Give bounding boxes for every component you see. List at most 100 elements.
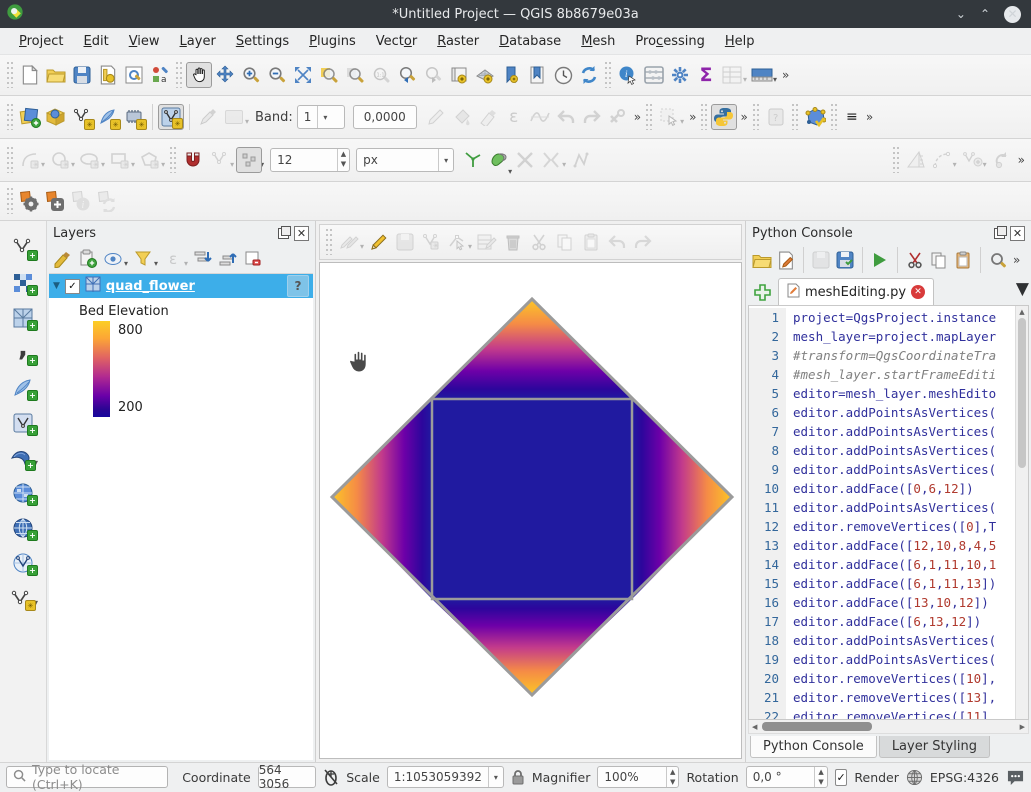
menu-view[interactable]: View bbox=[120, 32, 169, 51]
new-mesh-layer-button[interactable]: ✳ bbox=[158, 104, 184, 130]
add-raster-layer-button[interactable]: + bbox=[8, 270, 38, 296]
new-map-view-button[interactable] bbox=[446, 62, 472, 88]
messages-icon[interactable] bbox=[1006, 769, 1025, 786]
add-wms-layer-button[interactable]: + bbox=[6, 445, 36, 471]
lock-scale-icon[interactable] bbox=[511, 769, 525, 785]
add-spatialite-layer-button[interactable]: + bbox=[8, 375, 38, 401]
new-project-button[interactable] bbox=[17, 62, 43, 88]
run-script-button[interactable] bbox=[868, 248, 892, 272]
style-manager-button[interactable]: a bbox=[147, 62, 173, 88]
toolbar-overflow-icon[interactable]: » bbox=[863, 110, 875, 124]
show-spatial-bookmarks-button[interactable] bbox=[524, 62, 550, 88]
mesh-add-button[interactable] bbox=[43, 188, 69, 214]
show-statistics-button[interactable]: Σ bbox=[693, 62, 719, 88]
toolbar-grip[interactable] bbox=[831, 104, 838, 130]
layer-expand-icon[interactable]: ▼ bbox=[53, 281, 60, 291]
toolbar-grip[interactable] bbox=[7, 104, 14, 130]
new-3d-map-view-button[interactable] bbox=[472, 62, 498, 88]
measure-button[interactable] bbox=[749, 62, 775, 88]
toolbar-grip[interactable] bbox=[326, 229, 333, 255]
toolbar-grip[interactable] bbox=[646, 104, 653, 130]
layer-visibility-checkbox[interactable]: ✓ bbox=[65, 279, 80, 294]
tab-close-icon[interactable]: ✕ bbox=[911, 285, 925, 299]
new-tab-button[interactable] bbox=[750, 281, 774, 303]
refresh-button[interactable] bbox=[576, 62, 602, 88]
menu-processing[interactable]: Processing bbox=[626, 32, 713, 51]
scroll-up-icon[interactable]: ▲ bbox=[1019, 306, 1024, 318]
new-spatialite-layer-button[interactable]: ✳ bbox=[95, 104, 121, 130]
menu-raster[interactable]: Raster bbox=[428, 32, 488, 51]
pan-to-selection-button[interactable] bbox=[212, 62, 238, 88]
zoom-to-layer-button[interactable] bbox=[342, 62, 368, 88]
toolbar-overflow-icon[interactable]: » bbox=[737, 110, 749, 124]
menu-database[interactable]: Database bbox=[490, 32, 570, 51]
new-spatial-bookmark-button[interactable] bbox=[498, 62, 524, 88]
tab-list-dropdown-icon[interactable]: ▼ bbox=[1016, 279, 1029, 299]
toolbar-overflow-icon[interactable]: » bbox=[631, 110, 643, 124]
enable-snapping-button[interactable] bbox=[180, 147, 206, 173]
scroll-right-icon[interactable]: ▶ bbox=[1017, 723, 1028, 731]
open-project-button[interactable] bbox=[43, 62, 69, 88]
snap-unit-combo[interactable]: px▾ bbox=[356, 148, 454, 172]
toolbar-overflow-icon[interactable]: » bbox=[1010, 253, 1022, 267]
toolbar-options-button[interactable]: ≡ bbox=[841, 104, 863, 130]
statistical-summary-button[interactable] bbox=[641, 62, 667, 88]
menu-mesh[interactable]: Mesh bbox=[572, 32, 624, 51]
editor-horizontal-scrollbar[interactable]: ◀ ▶ bbox=[748, 720, 1029, 734]
topological-editing-button[interactable] bbox=[460, 147, 486, 173]
menu-help[interactable]: Help bbox=[716, 32, 764, 51]
menu-plugins[interactable]: Plugins bbox=[300, 32, 365, 51]
processing-toolbox-button[interactable] bbox=[667, 62, 693, 88]
zoom-out-button[interactable] bbox=[264, 62, 290, 88]
menu-layer[interactable]: Layer bbox=[171, 32, 225, 51]
toolbar-grip[interactable] bbox=[605, 62, 612, 88]
snap-tolerance-spinbox[interactable]: 12▲▼ bbox=[270, 148, 350, 172]
toolbar-grip[interactable] bbox=[7, 188, 14, 214]
editor-tab-mesh-editing[interactable]: meshEditing.py ✕ bbox=[778, 278, 934, 305]
toolbar-grip[interactable] bbox=[792, 104, 799, 130]
snapping-visual-edit-button[interactable] bbox=[236, 147, 262, 173]
map-canvas[interactable] bbox=[319, 262, 742, 759]
copy-button[interactable] bbox=[927, 248, 951, 272]
search-button[interactable] bbox=[986, 248, 1010, 272]
menu-edit[interactable]: Edit bbox=[75, 32, 118, 51]
zoom-in-button[interactable] bbox=[238, 62, 264, 88]
panel-float-icon[interactable] bbox=[278, 228, 289, 239]
python-console-button[interactable] bbox=[711, 104, 737, 130]
mouse-position-toggle-icon[interactable] bbox=[323, 768, 339, 786]
layer-tree[interactable]: ▼ ✓ quad_flower ? Bed Elevation 800 200 bbox=[49, 273, 313, 760]
open-script-button[interactable] bbox=[750, 248, 774, 272]
collapse-all-button[interactable] bbox=[216, 247, 240, 271]
scrollbar-thumb[interactable] bbox=[762, 722, 872, 731]
layer-indicator-icon[interactable]: ? bbox=[287, 275, 309, 297]
avoid-overlap-button[interactable]: ▾ bbox=[486, 147, 512, 173]
panel-close-icon[interactable]: ✕ bbox=[294, 226, 309, 241]
toolbar-grip[interactable] bbox=[701, 104, 708, 130]
toolbar-grip[interactable] bbox=[170, 147, 177, 173]
filter-legend-button[interactable] bbox=[131, 247, 155, 271]
toolbar-grip[interactable] bbox=[753, 104, 760, 130]
digitize-mesh-button[interactable] bbox=[802, 104, 828, 130]
toolbar-overflow-icon[interactable]: » bbox=[686, 110, 698, 124]
add-wcs-layer-button[interactable]: + bbox=[8, 515, 38, 541]
menu-vector[interactable]: Vector bbox=[367, 32, 426, 51]
toggle-editing-button[interactable] bbox=[366, 229, 392, 255]
panel-close-icon[interactable]: ✕ bbox=[1010, 226, 1025, 241]
manage-map-themes-button[interactable] bbox=[101, 247, 125, 271]
toolbar-grip[interactable] bbox=[7, 147, 14, 173]
new-print-layout-button[interactable] bbox=[95, 62, 121, 88]
menu-project[interactable]: Project bbox=[10, 32, 73, 51]
toolbar-overflow-icon[interactable]: » bbox=[779, 68, 791, 82]
add-group-button[interactable] bbox=[76, 247, 100, 271]
new-gpx-layer-button[interactable]: ✳ bbox=[121, 104, 147, 130]
dock-tab-python-console[interactable]: Python Console bbox=[750, 736, 877, 758]
zoom-last-button[interactable] bbox=[394, 62, 420, 88]
paste-button[interactable] bbox=[951, 248, 975, 272]
cut-button[interactable] bbox=[903, 248, 927, 272]
crs-value[interactable]: EPSG:4326 bbox=[930, 770, 999, 785]
menu-settings[interactable]: Settings bbox=[227, 32, 298, 51]
expand-all-button[interactable] bbox=[191, 247, 215, 271]
mesh-value-input[interactable]: 0,0000 bbox=[353, 105, 417, 129]
code-editor[interactable]: 1project=QgsProject.instance2mesh_layer=… bbox=[748, 305, 1029, 720]
panel-float-icon[interactable] bbox=[994, 228, 1005, 239]
